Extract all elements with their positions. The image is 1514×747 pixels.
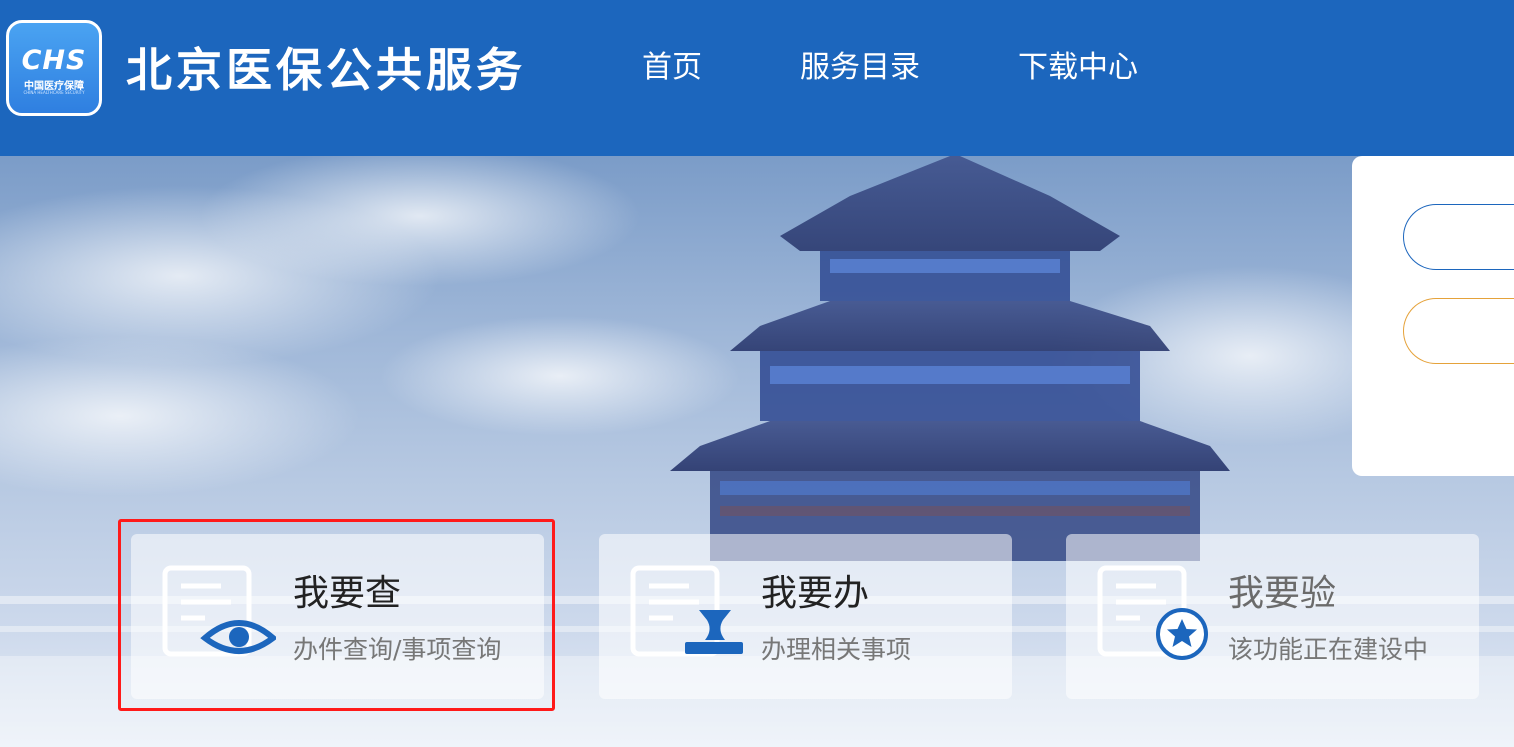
card-verify-title: 我要验 — [1228, 573, 1337, 614]
selection-highlight — [118, 519, 555, 711]
logo-en-text: CHINA HEALTHCARE SECURITY — [23, 90, 85, 95]
nav-download-center[interactable]: 下载中心 — [1018, 48, 1138, 88]
card-verify[interactable]: 我要验 该功能正在建设中 — [1066, 534, 1479, 699]
document-star-icon — [1097, 565, 1208, 660]
login-button-primary[interactable] — [1403, 204, 1514, 270]
card-verify-subtitle: 该功能正在建设中 — [1228, 635, 1429, 664]
nav-home[interactable]: 首页 — [642, 48, 702, 88]
card-handle-subtitle: 办理相关事项 — [761, 635, 912, 664]
card-handle-title: 我要办 — [761, 573, 870, 614]
logo-mark: CHS — [21, 45, 87, 76]
login-button-secondary[interactable] — [1403, 298, 1514, 364]
site-title: 北京医保公共服务 — [126, 43, 526, 97]
chs-logo[interactable]: CHS 中国医疗保障 CHINA HEALTHCARE SECURITY — [6, 20, 102, 116]
nav-service-catalog[interactable]: 服务目录 — [800, 48, 920, 88]
document-stamp-icon — [630, 565, 743, 657]
top-header: CHS 中国医疗保障 CHINA HEALTHCARE SECURITY 北京医… — [0, 0, 1514, 156]
card-handle[interactable]: 我要办 办理相关事项 — [599, 534, 1012, 699]
